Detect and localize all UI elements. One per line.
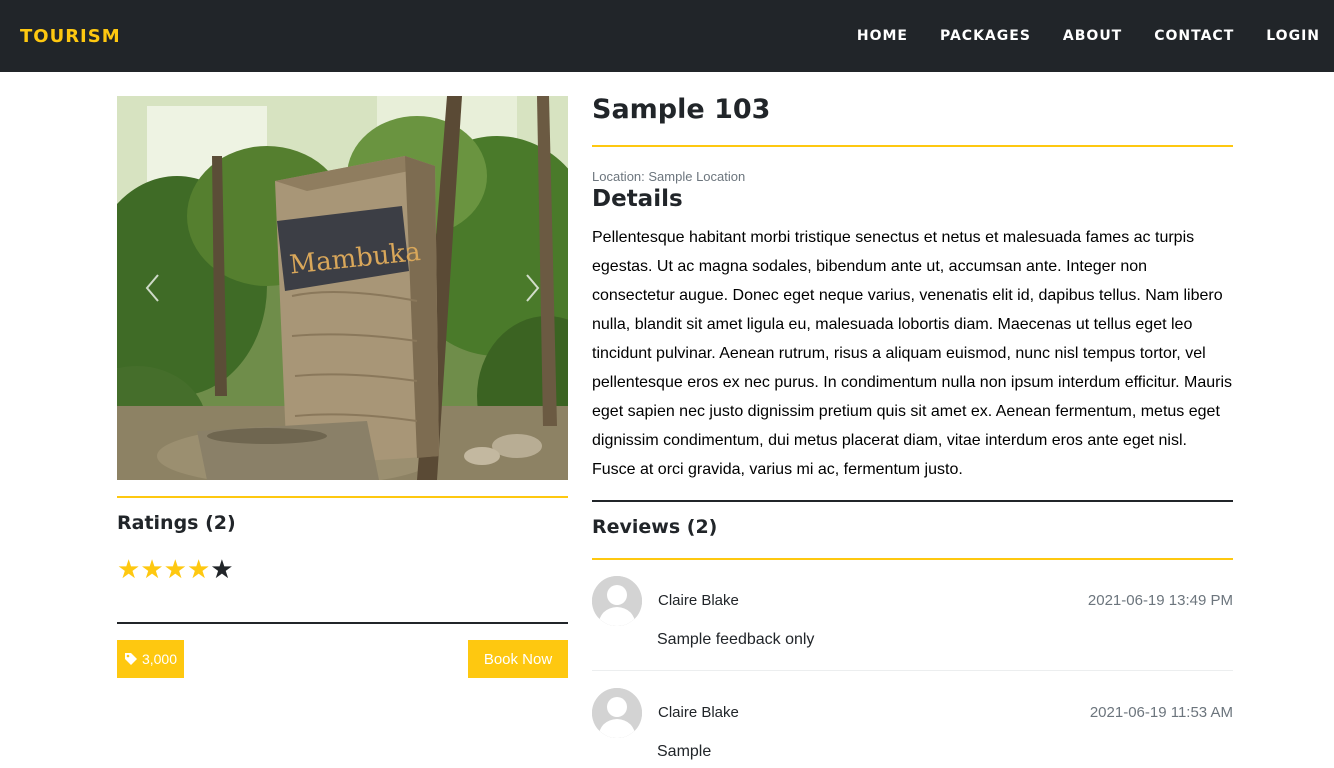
nav-link-home[interactable]: HOME <box>857 28 908 44</box>
price-value: 3,000 <box>141 651 178 667</box>
review-date: 2021-06-19 11:53 AM <box>1089 704 1233 721</box>
star-icon: ★ <box>186 555 211 585</box>
review-item: Claire Blake 2021-06-19 11:53 AM Sample <box>592 688 1233 768</box>
user-avatar-icon <box>592 688 642 738</box>
user-avatar-icon <box>592 576 642 626</box>
star-icon: ★ <box>117 555 141 585</box>
price-badge: 3,000 <box>117 640 184 678</box>
brand-logo[interactable]: TOURISM <box>20 26 121 47</box>
book-now-button[interactable]: Book Now <box>468 640 568 678</box>
details-heading: Details <box>592 186 683 212</box>
package-photo: Mambuka <box>117 96 568 480</box>
nav-link-contact[interactable]: CONTACT <box>1154 28 1234 44</box>
divider <box>592 145 1233 147</box>
nav-link-packages[interactable]: PACKAGES <box>940 28 1031 44</box>
avatar <box>592 688 642 738</box>
review-author: Claire Blake <box>658 704 739 721</box>
divider <box>117 496 568 498</box>
package-title: Sample 103 <box>592 94 771 125</box>
star-icon: ★ <box>163 555 187 585</box>
package-description: Pellentesque habitant morbi tristique se… <box>592 229 1233 478</box>
review-author: Claire Blake <box>658 592 739 609</box>
package-location: Location: Sample Location <box>592 169 746 184</box>
review-date: 2021-06-19 13:49 PM <box>1087 592 1233 609</box>
reviews-heading: Reviews (2) <box>592 516 718 538</box>
chevron-left-icon <box>145 274 159 302</box>
star-icon: ★ <box>210 555 234 585</box>
ratings-heading: Ratings (2) <box>117 512 236 534</box>
nav-link-about[interactable]: ABOUT <box>1063 28 1122 44</box>
nav-link-login[interactable]: LOGIN <box>1266 28 1320 44</box>
star-icon: ★ <box>140 555 164 585</box>
divider <box>592 558 1233 560</box>
review-item: Claire Blake 2021-06-19 13:49 PM Sample … <box>592 576 1233 672</box>
package-image-carousel: Mambuka <box>117 96 568 480</box>
divider <box>117 622 568 624</box>
star-rating: ★ ★ ★ ★ ★ <box>117 555 234 585</box>
top-navbar: TOURISM HOME PACKAGES ABOUT CONTACT LOGI… <box>0 0 1334 72</box>
review-text: Sample <box>657 743 712 760</box>
chevron-right-icon <box>526 274 540 302</box>
tag-icon <box>124 653 137 665</box>
divider <box>592 670 1233 671</box>
nav-links: HOME PACKAGES ABOUT CONTACT LOGIN <box>825 28 1320 44</box>
divider <box>592 500 1233 502</box>
carousel-next-button[interactable] <box>518 266 548 310</box>
carousel-prev-button[interactable] <box>137 266 167 310</box>
review-text: Sample feedback only <box>657 631 815 648</box>
avatar <box>592 576 642 626</box>
